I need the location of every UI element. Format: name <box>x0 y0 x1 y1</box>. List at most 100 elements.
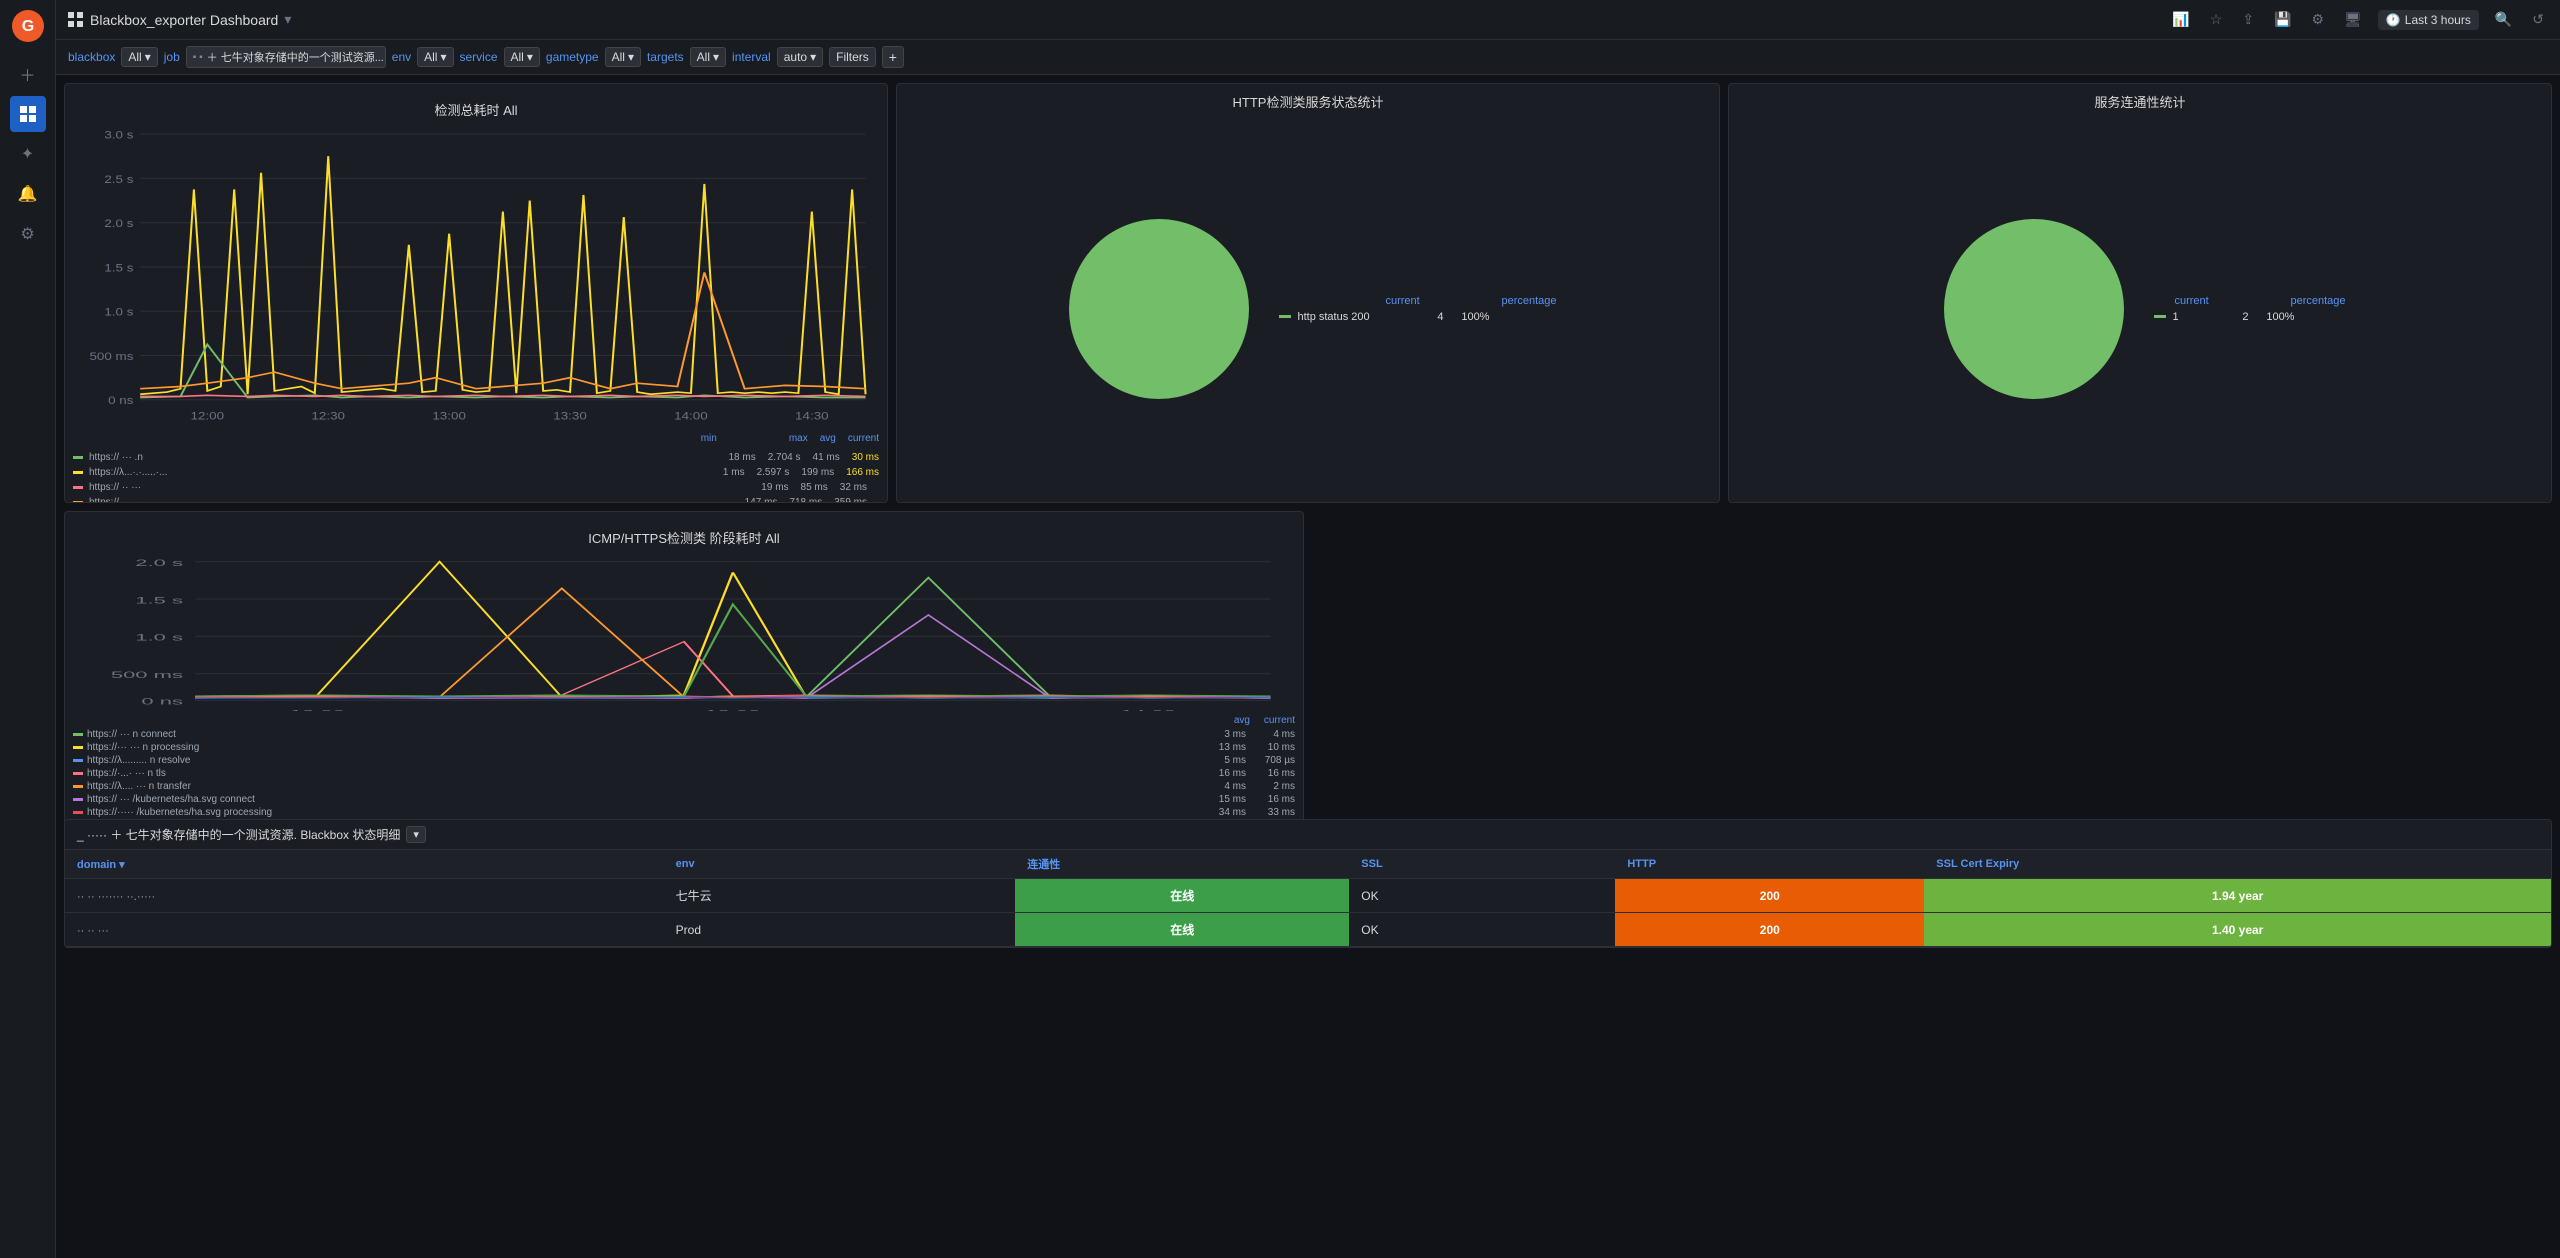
svg-text:14:00: 14:00 <box>1121 708 1176 711</box>
targets-filter-value: All <box>697 50 710 64</box>
env-filter-dropdown[interactable]: All ▾ <box>417 47 453 67</box>
svg-text:12:00: 12:00 <box>191 410 225 423</box>
svg-text:G: G <box>21 18 33 35</box>
time-range-label: Last 3 hours <box>2405 13 2471 27</box>
monitor-icon[interactable]: 🖥 <box>2340 7 2366 32</box>
table-status-dropdown[interactable]: ▾ <box>406 826 426 843</box>
pie2-dot-0 <box>1279 315 1291 318</box>
svg-text:1.0 s: 1.0 s <box>135 632 183 643</box>
legend-col-avg: avg <box>820 433 836 444</box>
panel2-legend-header: current percentage <box>1279 295 1556 307</box>
service-filter-dropdown[interactable]: All ▾ <box>504 47 540 67</box>
col-http: HTTP <box>1615 850 1924 879</box>
sidebar-item-add[interactable]: ＋ <box>10 56 46 92</box>
col-ssl: SSL <box>1349 850 1615 879</box>
col-env: env <box>664 850 1016 879</box>
gametype-filter-dropdown[interactable]: All ▾ <box>605 47 641 67</box>
icmp-cur-2: 708 µs <box>1250 755 1295 766</box>
env-dropdown-arrow: ▾ <box>440 50 446 64</box>
svg-text:13:30: 13:30 <box>553 410 587 423</box>
icmp-avg-5: 15 ms <box>1201 794 1246 805</box>
blackbox-filter-label: blackbox <box>68 50 115 64</box>
chart-icon[interactable]: 📊 <box>2168 7 2193 32</box>
app-logo[interactable]: G <box>10 8 46 44</box>
legend-col-current: current <box>848 433 879 444</box>
targets-filter-dropdown[interactable]: All ▾ <box>690 47 726 67</box>
pie3-current-0: 2 <box>2208 311 2248 323</box>
svg-text:500 ms: 500 ms <box>89 350 133 363</box>
time-range-picker[interactable]: 🕐 Last 3 hours <box>2378 10 2479 30</box>
sidebar-item-alerts[interactable]: 🔔 <box>10 176 46 212</box>
legend-avg-3: 359 ms <box>834 497 867 503</box>
panel3-pie <box>1934 209 2134 409</box>
panel3-legend-header: current percentage <box>2154 295 2345 307</box>
save-icon[interactable]: 💾 <box>2270 7 2295 32</box>
dashboard-title: Blackbox_exporter Dashboard <box>90 12 278 28</box>
sidebar-item-settings[interactable]: ⚙ <box>10 216 46 252</box>
domain-text-0: ·· ·· ······· ··.····· <box>77 891 155 903</box>
status-table: domain ▾ env 连通性 SSL HTTP SSL Cert Expir… <box>65 850 2551 947</box>
icmp-dot-2 <box>73 759 83 762</box>
svg-text:2.5 s: 2.5 s <box>104 173 133 186</box>
interval-filter-dropdown[interactable]: auto ▾ <box>777 47 823 67</box>
icmp-dot-4 <box>73 785 83 788</box>
top-row-panels: 检测总耗时 All 3.0 s 2.5 s 2.0 s <box>64 83 2552 503</box>
table-section: _ ····· ＋ 七牛对象存储中的一个测试资源. Blackbox 状态明细 … <box>64 819 2552 948</box>
legend-min-0: 18 ms <box>728 452 755 463</box>
add-filter-button[interactable]: + <box>882 46 904 68</box>
legend-item-0-left: https:// ··· .n <box>73 452 724 463</box>
svg-text:13:00: 13:00 <box>432 410 466 423</box>
cell-http-0: 200 <box>1615 879 1924 913</box>
icmp-avg-0: 3 ms <box>1201 729 1246 740</box>
filterbar: blackbox All ▾ job ▪ ▪ ＋ 七牛对象存储中的一个测试资源.… <box>56 40 2560 75</box>
legend-color-3 <box>73 501 83 503</box>
legend-col-min: min <box>701 433 717 444</box>
icmp-avg-1: 13 ms <box>1201 742 1246 753</box>
svg-text:1.0 s: 1.0 s <box>104 306 133 319</box>
panel-http-status: HTTP检测类服务状态统计 current percentage http st… <box>896 83 1720 503</box>
job-filter-dropdown[interactable]: ▪ ▪ ＋ 七牛对象存储中的一个测试资源... ▾ <box>186 46 386 68</box>
blackbox-filter-value: All <box>128 50 141 64</box>
sidebar-item-dashboard[interactable] <box>10 96 46 132</box>
refresh-icon[interactable]: ↺ <box>2528 7 2548 32</box>
panel3-content: current percentage 1 2 100% <box>1729 115 2551 502</box>
icmp-legend-cur-col: current <box>1250 715 1295 726</box>
search-icon[interactable]: 🔍 <box>2491 7 2516 32</box>
icmp-label-5: https:// ··· /kubernetes/ha.svg connect <box>87 794 1197 805</box>
icmp-dot-6 <box>73 811 83 814</box>
legend-max-1: 2.597 s <box>757 467 790 478</box>
panel2-pie <box>1059 209 1259 409</box>
icmp-dot-1 <box>73 746 83 749</box>
icmp-avg-2: 5 ms <box>1201 755 1246 766</box>
cell-connectivity-1: 在线 <box>1015 913 1349 947</box>
svg-text:12:00: 12:00 <box>290 708 345 711</box>
blackbox-filter-dropdown[interactable]: All ▾ <box>121 47 157 67</box>
icmp-label-0: https:// ··· n connect <box>87 729 1197 740</box>
pie3-dot-0 <box>2154 315 2166 318</box>
targets-filter-label: targets <box>647 50 684 64</box>
dashboard-arrow[interactable]: ▾ <box>284 11 291 28</box>
cell-env-1: Prod <box>664 913 1016 947</box>
topbar-icons: 📊 ☆ ⇪ 💾 ⚙ 🖥 🕐 Last 3 hours 🔍 ↺ <box>2168 7 2548 32</box>
panel2-content: current percentage http status 200 4 100… <box>897 115 1719 502</box>
interval-dropdown-arrow: ▾ <box>810 50 816 64</box>
panel1-chart: 3.0 s 2.5 s 2.0 s 1.5 s 1.0 s 500 ms 0 n… <box>73 123 879 433</box>
table-title: _ ····· ＋ 七牛对象存储中的一个测试资源. Blackbox 状态明细 <box>77 826 400 843</box>
legend-item-1-left: https://λ...·.·.....·... <box>73 467 719 478</box>
filters-button[interactable]: Filters <box>829 47 876 67</box>
cell-ssl-expiry-1: 1.40 year <box>1924 913 2551 947</box>
icmp-dot-0 <box>73 733 83 736</box>
settings-icon[interactable]: ⚙ <box>2307 7 2328 32</box>
icmp-legend-row-4: https://λ.... ··· n transfer 4 ms 2 ms <box>73 780 1295 793</box>
icmp-avg-4: 4 ms <box>1201 781 1246 792</box>
panel1-legend-header: min max avg current <box>73 433 879 446</box>
sidebar-item-explore[interactable]: ✦ <box>10 136 46 172</box>
empty-right <box>1312 511 2552 858</box>
star-icon[interactable]: ☆ <box>2206 7 2227 32</box>
grid-icon <box>68 12 84 28</box>
cell-connectivity-0: 在线 <box>1015 879 1349 913</box>
col-domain[interactable]: domain ▾ <box>65 850 664 879</box>
icmp-legend-row-1: https://··· ··· n processing 13 ms 10 ms <box>73 741 1295 754</box>
share-icon[interactable]: ⇪ <box>2238 7 2258 32</box>
svg-text:13:00: 13:00 <box>705 708 760 711</box>
